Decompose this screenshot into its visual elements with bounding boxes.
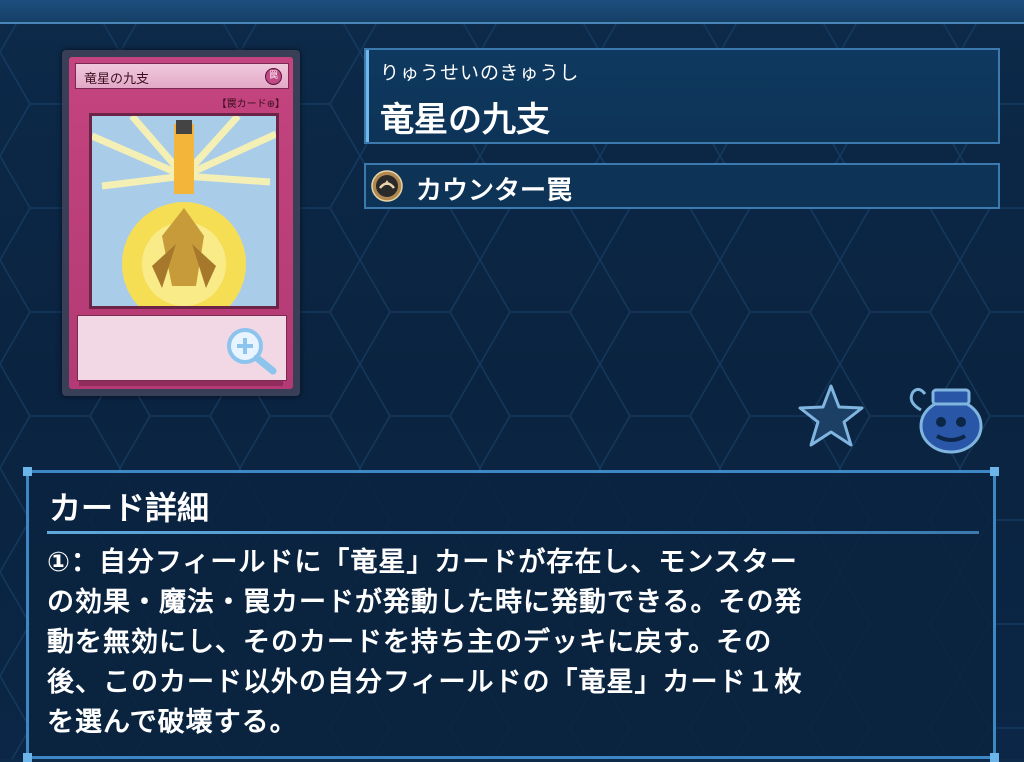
card-artwork — [89, 113, 279, 309]
favorite-star-icon[interactable] — [796, 382, 866, 452]
effect-line: を選んで破壊する。 — [47, 707, 298, 738]
top-bar — [0, 0, 1024, 24]
trap-card: 竜星の九支 罠 【罠カード⊕】 — [69, 57, 293, 389]
card-name: 竜星の九支 — [380, 100, 550, 140]
card-type-line: 【罠カード⊕】 — [216, 99, 285, 110]
effect-line: ①：自分フィールドに「竜星」カードが存在し、モンスター — [47, 547, 798, 578]
trap-attribute-icon: 罠 — [265, 68, 282, 85]
card-type-label: カウンター罠 — [416, 176, 573, 206]
card-type-panel: カウンター罠 — [364, 163, 1000, 209]
card-image[interactable]: 竜星の九支 罠 【罠カード⊕】 — [62, 50, 300, 396]
pot-icon[interactable] — [903, 380, 987, 454]
panel-corner — [23, 753, 32, 762]
card-footer — [79, 381, 283, 386]
artwork-illustration — [92, 116, 276, 306]
effect-line: の効果・魔法・罠カードが発動した時に発動できる。その発 — [47, 587, 803, 618]
card-effect-text: ①：自分フィールドに「竜星」カードが存在し、モンスター の効果・魔法・罠カードが… — [47, 543, 977, 743]
effect-line: 動を無効にし、そのカードを持ち主のデッキに戻す。その — [47, 627, 773, 658]
zoom-in-icon[interactable] — [223, 325, 279, 375]
card-name-ruby: りゅうせいのきゅうし — [380, 62, 580, 84]
panel-corner — [990, 467, 999, 476]
card-name-bar: 竜星の九支 罠 — [75, 63, 289, 89]
name-accent — [366, 50, 369, 142]
panel-corner — [23, 467, 32, 476]
counter-trap-icon — [371, 170, 403, 202]
effect-line: 後、このカード以外の自分フィールドの「竜星」カード１枚 — [47, 667, 803, 698]
detail-divider — [47, 531, 979, 534]
panel-corner — [990, 753, 999, 762]
card-name-small: 竜星の九支 — [84, 72, 150, 87]
card-detail-panel: カード詳細 ①：自分フィールドに「竜星」カードが存在し、モンスター の効果・魔法… — [23, 467, 999, 762]
detail-title: カード詳細 — [49, 489, 210, 527]
